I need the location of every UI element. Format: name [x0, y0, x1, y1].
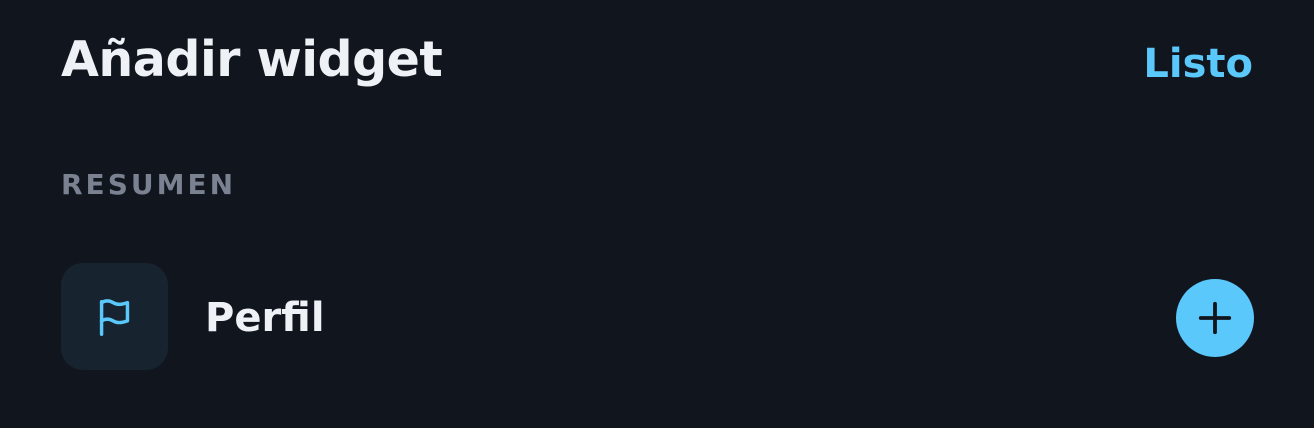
flag-icon — [99, 298, 129, 336]
add-widget-button[interactable] — [1176, 279, 1254, 357]
widget-icon-tile — [61, 263, 168, 370]
page-title: Añadir widget — [61, 31, 443, 88]
widget-row-profile: Perfil — [0, 262, 1314, 372]
done-button[interactable]: Listo — [1143, 38, 1253, 90]
plus-icon — [1198, 301, 1232, 335]
section-header: RESUMEN — [61, 168, 237, 201]
header: Añadir widget Listo — [0, 0, 1314, 125]
widget-label: Perfil — [205, 295, 325, 341]
